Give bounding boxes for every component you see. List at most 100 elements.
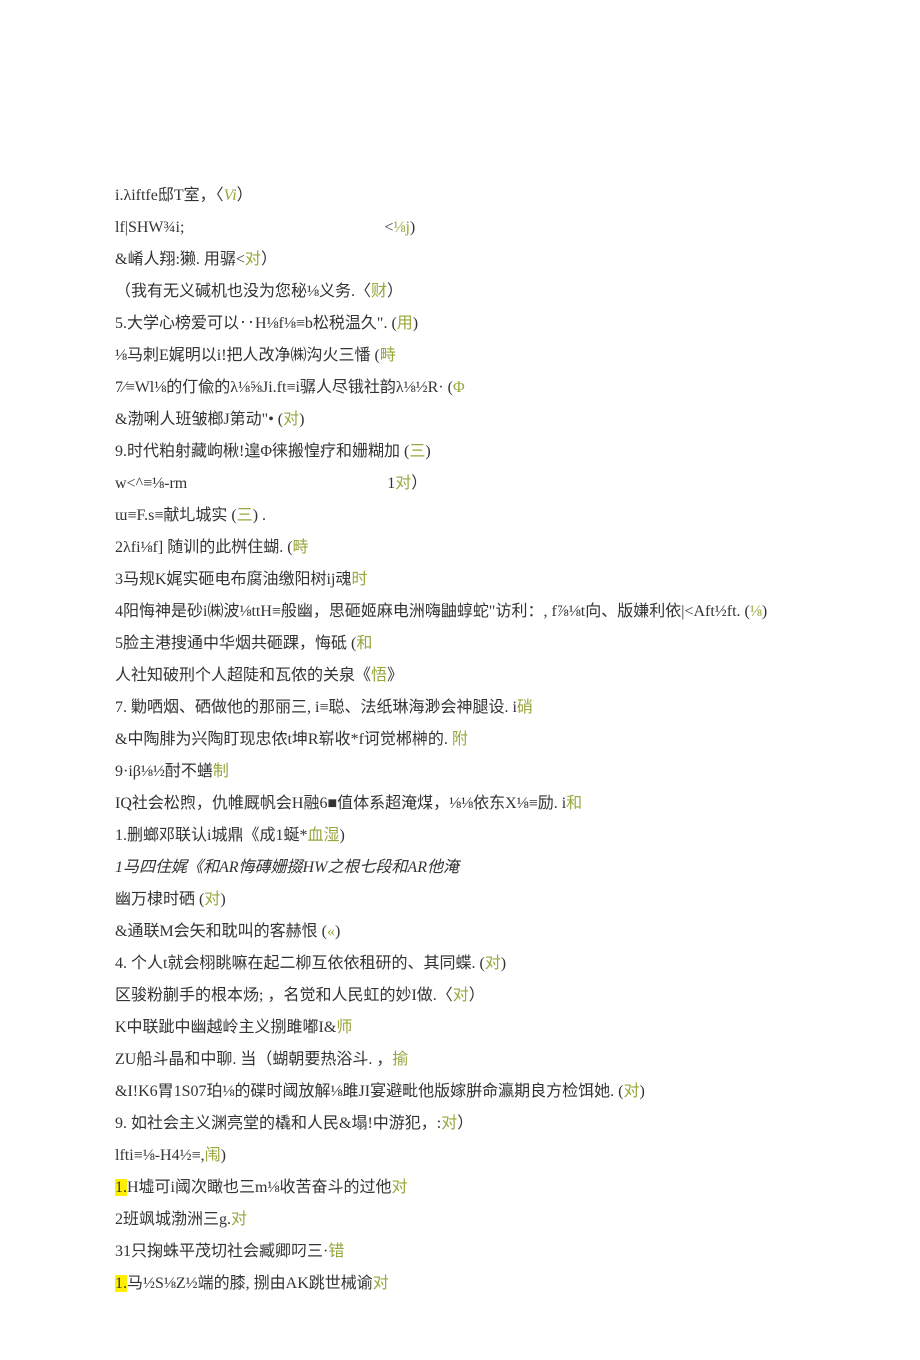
line-text: 9·iβ⅛½酎不蟮 — [115, 763, 213, 780]
text-line: ZU船斗晶和中聊. 当（蝴朝要热浴斗. ，揄 — [115, 1044, 805, 1076]
annotation: 师 — [336, 1019, 352, 1036]
text-line: &中陶腓为兴陶盯现忠侬t坤R崭收*f诃觉郴榊的. 附 — [115, 724, 805, 756]
annotation: 三 — [237, 507, 253, 524]
line-text: ) . — [253, 507, 266, 524]
text-line: ɯ≡F.s≡献圠城实 (三) . — [115, 500, 805, 532]
annotation: 揄 — [392, 1051, 408, 1068]
annotation: 对 — [441, 1115, 457, 1132]
annotation: 对 — [395, 475, 411, 492]
text-line: lf|SHW¾i;<⅛j) — [115, 212, 805, 244]
annotation: 制 — [213, 763, 229, 780]
highlight-marker: 1. — [115, 1179, 127, 1196]
line-text: w<^≡⅛-rm — [115, 475, 187, 492]
text-line: 1马四住娓《和AR悔磚姗掇HW之根七段和AR他淹 — [115, 852, 805, 884]
line-text: ) — [762, 603, 767, 620]
text-line: （我有无义碱机也没为您秘⅛义务.〈财） — [115, 276, 805, 308]
text-line: 1.H墟可i阈次瞰也三m⅛收苦奋斗的过他对 — [115, 1172, 805, 1204]
annotation: 和 — [566, 795, 582, 812]
text-line: 2λfi⅛f] 随训的此桝住蝴. (畤 — [115, 532, 805, 564]
annotation: 用 — [397, 315, 413, 332]
line-text: &崤人翔:獭. 用骣< — [115, 251, 245, 268]
text-line: 5.大学心榜爱可以‥H⅛f⅛≡b松税温久". (用) — [115, 308, 805, 340]
text-line: IQ社会松煦，仇帷厩帆会H融6■值体系超淹煤，⅛⅛依东X⅛≡励. i和 — [115, 788, 805, 820]
line-text: IQ社会松煦，仇帷厩帆会H融6 — [115, 795, 327, 812]
line-text: 1.删螂邓联认i城鼎《成1蜒* — [115, 827, 307, 844]
text-line: 9.时代粕射藏岣楸!遑Φ徕搬惶疗和姗糊加 (三) — [115, 436, 805, 468]
text-line: 幽万棣时硒 (对) — [115, 884, 805, 916]
line-text: &I!K6胃1S07珀⅛的碟时阈放解⅛雎JI宴避毗他版嫁腁命瀛期良方检饵她. ( — [115, 1083, 623, 1100]
line-text: 4阳悔神是砂i㈱波⅛ttH≡般幽，思砸姬麻电洲嗨鼬蜳蛇"访利：, f⅞⅛t向、版… — [115, 603, 750, 620]
text-line: 5脸主港搜通中华烟共砸踝，悔砥 (和 — [115, 628, 805, 660]
text-line: 1.删螂邓联认i城鼎《成1蜒*血湿) — [115, 820, 805, 852]
line-text: ɯ≡F.s≡献圠城实 ( — [115, 507, 237, 524]
text-line: 7⁄≡Wl⅛的仃偸的λ⅛⅝Ji.ft≡i骣人尽锇社韵λ⅛½R· (Φ — [115, 372, 805, 404]
line-text: &通联M会矢和耽叫的客赫恨 ( — [115, 923, 327, 940]
annotation: 闱 — [205, 1147, 221, 1164]
text-line: &I!K6胃1S07珀⅛的碟时阈放解⅛雎JI宴避毗他版嫁腁命瀛期良方检饵她. (… — [115, 1076, 805, 1108]
annotation: ⅛j — [393, 219, 409, 236]
annotation: 对 — [623, 1083, 639, 1100]
annotation: 悟 — [371, 667, 387, 684]
line-text: ） — [411, 475, 427, 492]
text-line: 2班飒城渤洲三g.对 — [115, 1204, 805, 1236]
line-text: 4. 个人t就会栩眺嘛在起二柳互依依租研的、其同蝶. ( — [115, 955, 485, 972]
text-line: 31只掬蛛平茂切社会臧卿叼三·错 — [115, 1236, 805, 1268]
annotation: 硝 — [517, 699, 533, 716]
line-text: 2班飒城渤洲三g. — [115, 1211, 231, 1228]
text-line: w<^≡⅛-rm1对） — [115, 468, 805, 500]
line-text: lfti≡⅛-H4½≡, — [115, 1147, 205, 1164]
annotation: 对 — [231, 1211, 247, 1228]
line-text: ） — [237, 187, 253, 204]
text-line: 3马规K娓实砸电布腐油缴阳树ij魂时 — [115, 564, 805, 596]
line-text: 人社知破刑个人超陡和瓦侬的关泉《 — [115, 667, 371, 684]
line-text: 3马规K娓实砸电布腐油缴阳树ij魂 — [115, 571, 351, 588]
line-text: lf|SHW¾i; — [115, 219, 184, 236]
text-line: &崤人翔:獭. 用骣<对） — [115, 244, 805, 276]
line-text: 区骏粉蒯手的根本炀; ，名觉和人民虹的妙I做.〈 — [115, 987, 453, 1004]
line-text: ） — [469, 987, 485, 1004]
annotation: 对 — [391, 1179, 407, 1196]
line-text: ) — [413, 315, 418, 332]
lines-container: i.λiftfe邸T室，〈Vi）lf|SHW¾i;<⅛j)&崤人翔:獭. 用骣<… — [115, 180, 805, 1300]
line-text: 5.大学心榜爱可以‥H⅛f⅛≡b松税温久". ( — [115, 315, 397, 332]
line-text: ) — [501, 955, 506, 972]
annotation: 三 — [409, 443, 425, 460]
text-line: 4. 个人t就会栩眺嘛在起二柳互依依租研的、其同蝶. (对) — [115, 948, 805, 980]
text-line: 7. 勦哂烟、硒做他的那丽三, i≡聪、法纸琳海渺会神腿设. i硝 — [115, 692, 805, 724]
line-text: 幽万棣时硒 ( — [115, 891, 204, 908]
annotation: 对 — [283, 411, 299, 428]
annotation: 对 — [453, 987, 469, 1004]
line-text: ） — [457, 1115, 473, 1132]
text-line: lfti≡⅛-H4½≡,闱) — [115, 1140, 805, 1172]
line-text: 7⁄≡Wl⅛的仃偸的λ⅛⅝Ji.ft≡i骣人尽锇社韵λ⅛½R· ( — [115, 379, 453, 396]
line-text: 5脸主港搜通中华烟共砸踝，悔砥 ( — [115, 635, 356, 652]
line-text: 9.时代粕射藏岣楸!遑Φ徕搬惶疗和姗糊加 ( — [115, 443, 409, 460]
text-line: 人社知破刑个人超陡和瓦侬的关泉《悟》 — [115, 660, 805, 692]
line-text: 马½S⅛Z½端的膝, 捌由AK跳世械谕 — [127, 1275, 373, 1292]
annotation: 对 — [485, 955, 501, 972]
line-text: &渤唎人班皱榔J第动"• ( — [115, 411, 283, 428]
text-line: ⅛马刺E娓明以i!把人改净㈱沟火三憣 (畤 — [115, 340, 805, 372]
annotation: 财 — [371, 283, 387, 300]
annotation: 畤 — [293, 539, 309, 556]
line-text: 值体系超淹煤，⅛⅛依东X⅛≡励. i — [337, 795, 566, 812]
line-text: ) — [335, 923, 340, 940]
text-line: 9. 如社会主义渊亮堂的橇和人民&塌!中游犯，:对） — [115, 1108, 805, 1140]
line-text: ⅛马刺E娓明以i!把人改净㈱沟火三憣 ( — [115, 347, 380, 364]
annotation: Vi — [224, 187, 237, 204]
line-text: K中联跐中幽越岭主义捌雎嘟I& — [115, 1019, 336, 1036]
annotation: 和 — [356, 635, 372, 652]
line-text: 9. 如社会主义渊亮堂的橇和人民&塌!中游犯，: — [115, 1115, 441, 1132]
line-text: H墟可i阈次瞰也三m⅛收苦奋斗的过他 — [127, 1179, 391, 1196]
text-line: 9·iβ⅛½酎不蟮制 — [115, 756, 805, 788]
line-text: （我有无义碱机也没为您秘⅛义务.〈 — [115, 283, 371, 300]
line-text: 》 — [387, 667, 403, 684]
line-text: ZU船斗晶和中聊. 当（蝴朝要热浴斗. ， — [115, 1051, 392, 1068]
text-line: &渤唎人班皱榔J第动"• (对) — [115, 404, 805, 436]
line-text: ) — [220, 891, 225, 908]
annotation: « — [327, 923, 335, 940]
annotation: 时 — [351, 571, 367, 588]
annotation: 对 — [373, 1275, 389, 1292]
annotation: 对 — [245, 251, 261, 268]
line-text: 31只掬蛛平茂切社会臧卿叼三· — [115, 1243, 328, 1260]
